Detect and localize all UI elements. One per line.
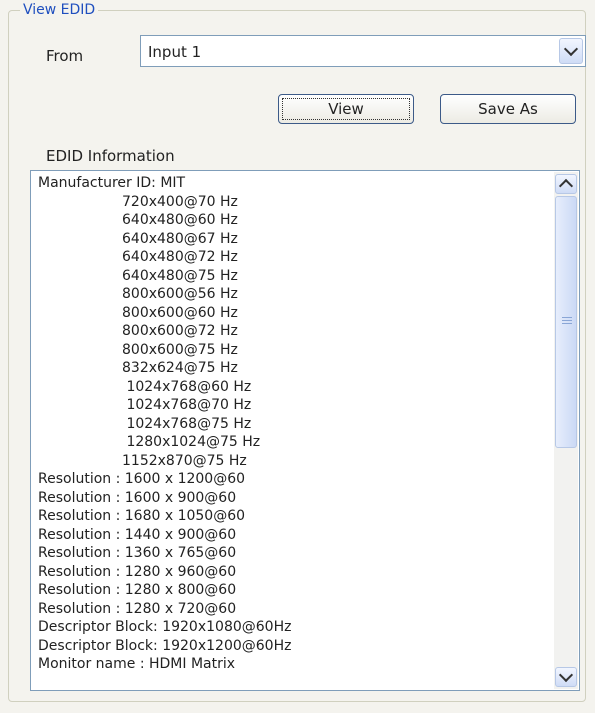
edid-line: 1024x768@70 Hz bbox=[122, 397, 252, 413]
edid-line: 720x400@70 Hz bbox=[122, 193, 238, 210]
save-as-button-label: Save As bbox=[478, 100, 538, 118]
edid-line: Descriptor Block: 1920x1200@60Hz bbox=[38, 637, 292, 654]
scroll-up-button[interactable] bbox=[555, 174, 577, 194]
edid-information-label: EDID Information bbox=[46, 147, 175, 165]
edid-line: Monitor name : HDMI Matrix bbox=[38, 656, 236, 672]
edid-information-textbox[interactable]: Manufacturer ID: MIT 720x400@70 Hz 640x480… bbox=[30, 170, 580, 691]
edid-lines: Manufacturer ID: MIT 720x400@70 Hz 640x480… bbox=[38, 174, 551, 674]
focus-ring bbox=[282, 98, 410, 120]
save-as-button[interactable]: Save As bbox=[440, 94, 576, 124]
edid-line: 800x600@72 Hz bbox=[122, 323, 238, 339]
edid-line: Resolution : 1440 x 900@60 bbox=[38, 526, 237, 543]
chevron-down-icon bbox=[558, 667, 574, 683]
chevron-down-icon bbox=[563, 41, 579, 57]
edid-line: 800x600@60 Hz bbox=[122, 304, 238, 321]
view-button[interactable]: View bbox=[278, 94, 414, 124]
grip-icon bbox=[562, 315, 572, 326]
edid-line: 1152x870@75 Hz bbox=[122, 452, 247, 469]
dropdown-button[interactable] bbox=[559, 38, 583, 64]
edid-line: 1024x768@75 Hz bbox=[122, 415, 252, 432]
edid-line: Manufacturer ID: MIT bbox=[38, 175, 186, 191]
edid-line: 832x624@75 Hz bbox=[122, 360, 238, 376]
view-edid-title: View EDID bbox=[20, 2, 99, 18]
edid-line: 1024x768@60 Hz bbox=[122, 378, 252, 395]
scrollbar-thumb[interactable] bbox=[555, 196, 577, 448]
chevron-up-icon bbox=[558, 178, 574, 194]
edid-line: 640x480@60 Hz bbox=[122, 212, 238, 228]
edid-line: Resolution : 1600 x 1200@60 bbox=[38, 471, 246, 487]
vertical-scrollbar[interactable] bbox=[554, 172, 578, 689]
scroll-down-button[interactable] bbox=[555, 667, 577, 687]
edid-line: Descriptor Block: 1920x1080@60Hz bbox=[38, 619, 292, 635]
from-label: From bbox=[46, 47, 84, 65]
edid-line: Resolution : 1360 x 765@60 bbox=[38, 545, 237, 561]
source-select[interactable]: Input 1 bbox=[140, 35, 586, 67]
edid-line: 800x600@56 Hz bbox=[122, 286, 238, 302]
edid-line: Resolution : 1280 x 720@60 bbox=[38, 600, 237, 617]
edid-line: 640x480@75 Hz bbox=[122, 267, 238, 284]
edid-line: Resolution : 1280 x 960@60 bbox=[38, 563, 237, 580]
edid-line: Resolution : 1680 x 1050@60 bbox=[38, 508, 246, 524]
edid-line: 800x600@75 Hz bbox=[122, 341, 238, 358]
edid-line: 640x480@67 Hz bbox=[122, 230, 238, 247]
edid-line: 1280x1024@75 Hz bbox=[122, 434, 261, 450]
edid-line: Resolution : 1600 x 900@60 bbox=[38, 489, 237, 506]
edid-line: 640x480@72 Hz bbox=[122, 249, 238, 265]
edid-line: Resolution : 1280 x 800@60 bbox=[38, 582, 237, 598]
source-select-value: Input 1 bbox=[148, 43, 202, 61]
